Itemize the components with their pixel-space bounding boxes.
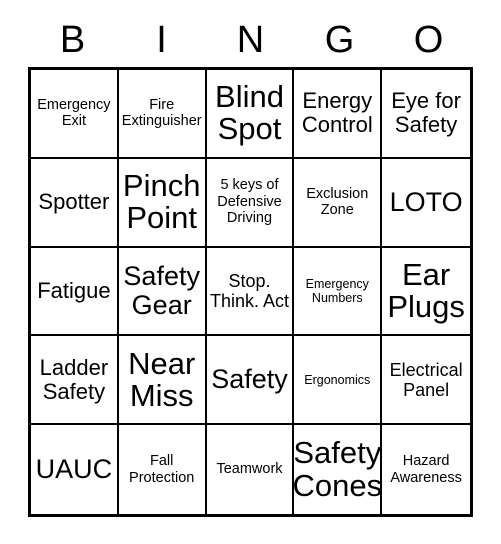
bingo-cell-r5-c4[interactable]: Safety Cones bbox=[294, 425, 383, 514]
bingo-cell-r3-c5[interactable]: Ear Plugs bbox=[382, 247, 470, 337]
bingo-cell-r3-c4[interactable]: Emergency Numbers bbox=[294, 247, 383, 337]
bingo-cell-label: 5 keys of Defensive Driving bbox=[217, 177, 282, 227]
bingo-cell-r5-c2[interactable]: Fall Protection bbox=[118, 425, 207, 514]
bingo-header-letter-i: I bbox=[156, 19, 167, 61]
bingo-header-letter-b: B bbox=[59, 19, 86, 61]
bingo-cell-r3-c1[interactable]: Fatigue bbox=[31, 247, 119, 337]
bingo-cell-label: LOTO bbox=[389, 186, 463, 217]
bingo-cell-r1-c4[interactable]: Energy Control bbox=[294, 70, 383, 159]
bingo-cell-label: Safety bbox=[211, 364, 288, 395]
bingo-cell-r2-c2[interactable]: Pinch Point bbox=[118, 158, 207, 248]
bingo-cell-r4-c3[interactable]: Safety bbox=[206, 336, 295, 426]
bingo-grid: Emergency Exit Fire Extinguisher Blind Spo… bbox=[28, 67, 473, 517]
bingo-cell-label: Fall Protection bbox=[129, 453, 195, 486]
bingo-cell-label: Energy Control bbox=[301, 88, 373, 138]
bingo-header-letter-n: N bbox=[236, 19, 265, 61]
bingo-cell-r1-c1[interactable]: Emergency Exit bbox=[31, 70, 119, 159]
bingo-cell-r5-c5[interactable]: Hazard Awareness bbox=[382, 425, 470, 514]
bingo-cell-r4-c2[interactable]: Near Miss bbox=[118, 336, 207, 426]
bingo-cell-label: UAUC bbox=[35, 454, 113, 485]
bingo-cell-r4-c4[interactable]: Ergonomics bbox=[294, 336, 383, 426]
bingo-cell-r2-c3[interactable]: 5 keys of Defensive Driving bbox=[206, 158, 295, 248]
bingo-header-letter-o: O bbox=[413, 19, 444, 61]
bingo-cell-label: Fatigue bbox=[37, 277, 111, 303]
bingo-cell-r2-c4[interactable]: Exclusion Zone bbox=[294, 158, 383, 248]
bingo-cell-r3-c2[interactable]: Safety Gear bbox=[118, 247, 207, 337]
bingo-cell-r1-c5[interactable]: Eye for Safety bbox=[382, 70, 470, 159]
bingo-cell-label: Pinch Point bbox=[122, 167, 201, 236]
bingo-header-row: B I N G O bbox=[28, 16, 473, 64]
bingo-cell-label: Emergency Exit bbox=[37, 96, 111, 130]
bingo-cell-label: Exclusion Zone bbox=[306, 185, 369, 219]
bingo-cell-label: Safety Gear bbox=[123, 261, 200, 320]
bingo-cell-r1-c2[interactable]: Fire Extinguisher bbox=[118, 70, 207, 159]
bingo-cell-label: Near Miss bbox=[128, 345, 196, 413]
bingo-cell-r2-c5[interactable]: LOTO bbox=[382, 158, 470, 248]
bingo-cell-r5-c1[interactable]: UAUC bbox=[31, 425, 119, 514]
bingo-cell-label: Ladder Safety bbox=[39, 354, 109, 404]
bingo-cell-label: Eye for Safety bbox=[391, 88, 461, 138]
bingo-cell-label: Safety Cones bbox=[294, 435, 383, 503]
bingo-cell-label: Spotter bbox=[38, 189, 110, 215]
bingo-cell-label: Fire Extinguisher bbox=[121, 96, 202, 130]
bingo-cell-label: Stop. Think. Act bbox=[209, 270, 289, 311]
bingo-cell-r1-c3[interactable]: Blind Spot bbox=[206, 70, 295, 159]
bingo-cell-label: Teamwork bbox=[216, 461, 283, 478]
bingo-cell-r4-c5[interactable]: Electrical Panel bbox=[382, 336, 470, 426]
bingo-cell-label: Hazard Awareness bbox=[390, 453, 462, 486]
bingo-cell-label: Ergonomics bbox=[304, 372, 371, 387]
bingo-cell-r3-c3[interactable]: Stop. Think. Act bbox=[206, 247, 295, 337]
bingo-cell-label: Ear Plugs bbox=[387, 256, 465, 324]
bingo-cell-label: Electrical Panel bbox=[389, 359, 463, 400]
bingo-cell-r5-c3[interactable]: Teamwork bbox=[206, 425, 295, 514]
bingo-header-letter-g: G bbox=[324, 19, 355, 61]
bingo-cell-r2-c1[interactable]: Spotter bbox=[31, 158, 119, 248]
bingo-card: B I N G O Emergency Exit Fire Extinguishe… bbox=[0, 0, 501, 544]
bingo-cell-r4-c1[interactable]: Ladder Safety bbox=[31, 336, 119, 426]
bingo-cell-label: Emergency Numbers bbox=[305, 276, 369, 305]
bingo-cell-label: Blind Spot bbox=[215, 79, 284, 147]
